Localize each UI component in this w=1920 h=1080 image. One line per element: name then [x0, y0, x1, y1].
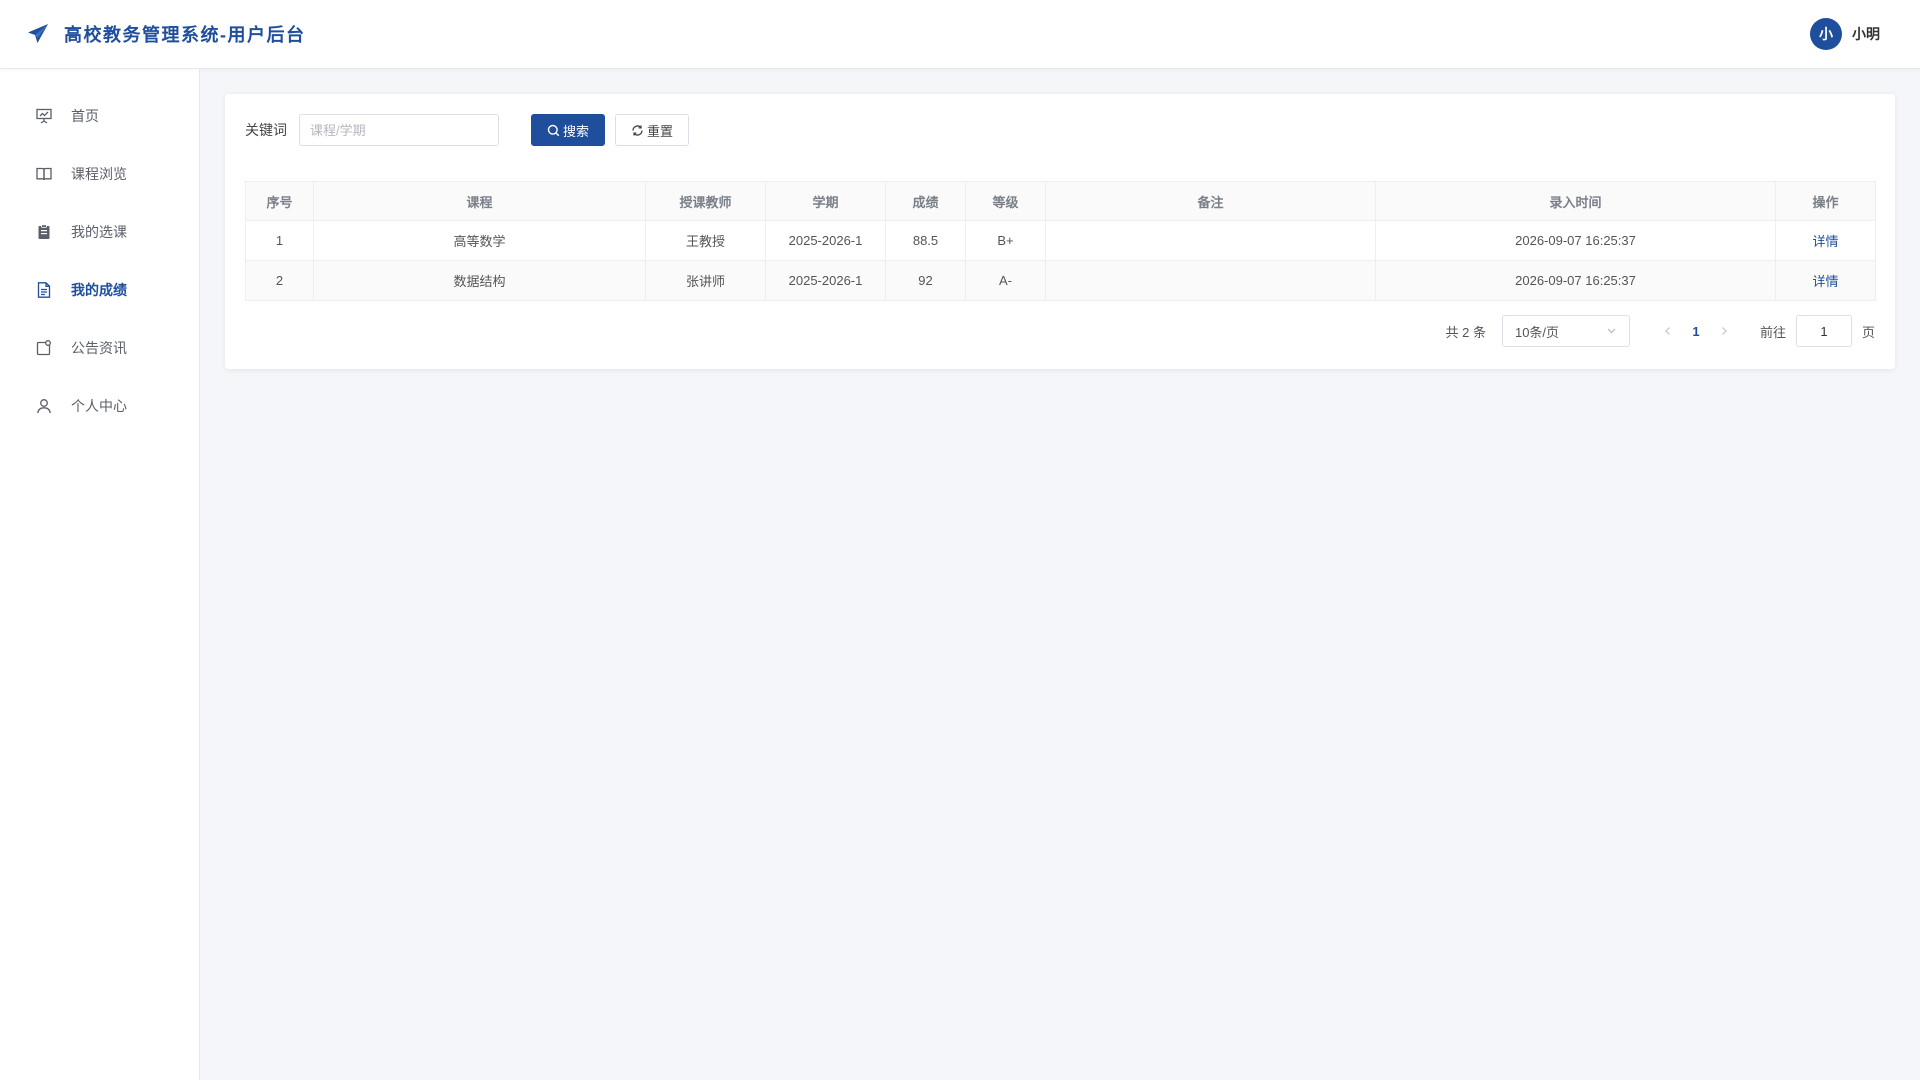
cell-term: 2025-2026-1 — [765, 260, 886, 301]
cell-grade: A- — [965, 260, 1046, 301]
sidebar-item-my-courses[interactable]: 我的选课 — [0, 203, 199, 261]
column-header: 备注 — [1045, 181, 1376, 221]
cell-course: 数据结构 — [313, 260, 646, 301]
chevron-right-icon — [1719, 324, 1729, 339]
sidebar-item-course-browse[interactable]: 课程浏览 — [0, 145, 199, 203]
user-icon — [35, 397, 53, 415]
page-size-select[interactable]: 10条/页 — [1501, 315, 1630, 347]
paper-plane-icon — [26, 22, 50, 46]
chevron-left-icon — [1663, 324, 1673, 339]
pagination-total: 共 2 条 — [1445, 324, 1486, 340]
page-number-current[interactable]: 1 — [1682, 317, 1710, 345]
sidebar-item-announcements[interactable]: 公告资讯 — [0, 319, 199, 377]
cell-grade: B+ — [965, 220, 1046, 261]
user-name[interactable]: 小明 — [1852, 24, 1880, 44]
table-row: 1 高等数学 王教授 2025-2026-1 88.5 B+ 2026-09-0… — [245, 220, 1876, 261]
grades-table-wrapper: 序号 课程 授课教师 学期 成绩 等级 备注 录入时间 操作 1 高等数学 王教… — [245, 181, 1876, 301]
app-title: 高校教务管理系统-用户后台 — [64, 25, 306, 45]
cell-action: 详情 — [1775, 260, 1876, 301]
detail-link[interactable]: 详情 — [1812, 234, 1838, 249]
column-header: 操作 — [1775, 181, 1876, 221]
cell-time: 2026-09-07 16:25:37 — [1375, 220, 1776, 261]
column-header: 序号 — [245, 181, 314, 221]
presentation-board-icon — [35, 107, 53, 125]
sidebar-item-label: 公告资讯 — [71, 340, 127, 356]
sidebar-item-label: 个人中心 — [71, 398, 127, 414]
page-size-value: 10条/页 — [1514, 324, 1560, 340]
cell-index: 2 — [245, 260, 314, 301]
column-header: 授课教师 — [645, 181, 766, 221]
document-icon — [35, 281, 53, 299]
sidebar-item-my-grades[interactable]: 我的成绩 — [0, 261, 199, 319]
search-bar: 关键词 搜索 重置 — [245, 114, 1875, 146]
next-page-button[interactable] — [1710, 317, 1738, 345]
keyword-label: 关键词 — [245, 122, 287, 138]
search-button[interactable]: 搜索 — [531, 114, 605, 146]
brand[interactable]: 高校教务管理系统-用户后台 — [26, 21, 306, 47]
notification-icon — [35, 339, 53, 357]
user-menu[interactable]: 小 小明 — [1810, 18, 1880, 50]
cell-teacher: 王教授 — [645, 220, 766, 261]
sidebar-item-home[interactable]: 首页 — [0, 87, 199, 145]
goto-label: 前往 — [1759, 324, 1786, 340]
sidebar: 首页 课程浏览 我的选课 我的成绩 公告资讯 个人中心 — [0, 69, 200, 1080]
column-header: 课程 — [313, 181, 646, 221]
cell-remark — [1045, 220, 1376, 261]
column-header: 成绩 — [885, 181, 966, 221]
clipboard-icon — [35, 223, 53, 241]
reset-button-label: 重置 — [646, 123, 673, 139]
reset-button[interactable]: 重置 — [615, 114, 689, 146]
refresh-icon — [631, 124, 644, 137]
grades-table: 序号 课程 授课教师 学期 成绩 等级 备注 录入时间 操作 1 高等数学 王教… — [245, 181, 1876, 301]
search-button-label: 搜索 — [562, 123, 589, 139]
cell-teacher: 张讲师 — [645, 260, 766, 301]
goto-page-input[interactable] — [1795, 315, 1852, 347]
cell-index: 1 — [245, 220, 314, 261]
cell-score: 92 — [885, 260, 966, 301]
table-row: 2 数据结构 张讲师 2025-2026-1 92 A- 2026-09-07 … — [245, 260, 1876, 301]
cell-time: 2026-09-07 16:25:37 — [1375, 260, 1776, 301]
prev-page-button[interactable] — [1654, 317, 1682, 345]
grades-card: 关键词 搜索 重置 — [225, 94, 1895, 369]
column-header: 学期 — [765, 181, 886, 221]
sidebar-item-label: 我的选课 — [71, 224, 127, 240]
sidebar-item-profile[interactable]: 个人中心 — [0, 377, 199, 435]
cell-term: 2025-2026-1 — [765, 220, 886, 261]
cell-course: 高等数学 — [313, 220, 646, 261]
sidebar-item-label: 首页 — [71, 108, 99, 124]
book-icon — [35, 165, 53, 183]
avatar[interactable]: 小 — [1810, 18, 1842, 50]
table-header-row: 序号 课程 授课教师 学期 成绩 等级 备注 录入时间 操作 — [245, 181, 1876, 221]
cell-score: 88.5 — [885, 220, 966, 261]
detail-link[interactable]: 详情 — [1812, 274, 1838, 289]
column-header: 等级 — [965, 181, 1046, 221]
cell-action: 详情 — [1775, 220, 1876, 261]
keyword-input[interactable] — [299, 114, 499, 146]
cell-remark — [1045, 260, 1376, 301]
sidebar-item-label: 我的成绩 — [71, 282, 127, 298]
page-unit-label: 页 — [1861, 324, 1875, 340]
search-icon — [547, 124, 560, 137]
chevron-down-icon — [1606, 324, 1617, 339]
sidebar-item-label: 课程浏览 — [71, 166, 127, 182]
pagination: 共 2 条 10条/页 1 前往 页 — [245, 315, 1875, 347]
top-header: 高校教务管理系统-用户后台 小 小明 — [0, 0, 1920, 69]
column-header: 录入时间 — [1375, 181, 1776, 221]
